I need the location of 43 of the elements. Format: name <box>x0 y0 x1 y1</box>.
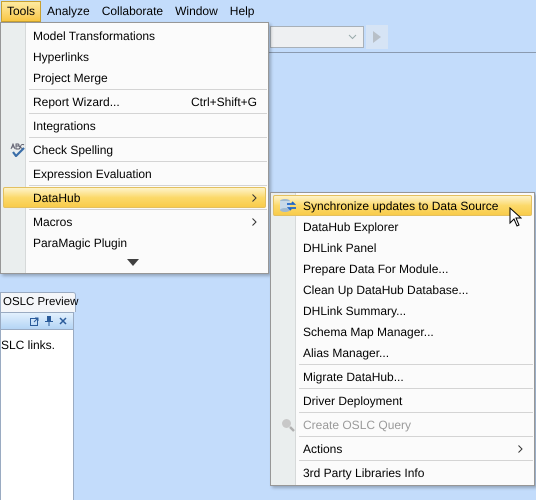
undock-icon[interactable] <box>30 316 39 326</box>
dropdown-field[interactable] <box>270 26 364 48</box>
menu-item[interactable]: Hyperlinks <box>3 46 266 67</box>
menu-item[interactable]: Integrations <box>3 115 266 136</box>
menu-item[interactable]: Check Spelling <box>3 139 266 160</box>
menu-item[interactable]: DataHub Explorer <box>273 216 532 237</box>
chevron-down-icon <box>348 34 357 40</box>
menu-item[interactable]: Model Transformations <box>3 25 266 46</box>
menu-item[interactable]: Driver Deployment <box>273 390 532 411</box>
menu-item[interactable]: Clean Up DataHub Database... <box>273 279 532 300</box>
menu-item[interactable]: Schema Map Manager... <box>273 321 532 342</box>
spell-check-icon <box>10 142 26 156</box>
close-icon[interactable] <box>59 317 67 325</box>
pin-icon[interactable] <box>45 316 53 326</box>
menu-item[interactable]: Prepare Data For Module... <box>273 258 532 279</box>
chevron-right-icon <box>252 218 257 226</box>
menu-item[interactable]: Macros <box>3 211 266 232</box>
menu-item[interactable]: Report Wizard... Ctrl+Shift+G <box>3 91 266 112</box>
menu-item[interactable]: Analyze <box>41 0 96 22</box>
chevron-right-icon <box>518 444 523 452</box>
menu-item[interactable]: Actions <box>273 438 532 459</box>
menu-item[interactable]: DataHub <box>3 187 266 208</box>
panel-tab[interactable]: OSLC Preview <box>0 292 76 312</box>
menu-item[interactable]: Help <box>224 0 260 22</box>
menu-item[interactable]: Window <box>169 0 224 22</box>
more-items-arrow-icon[interactable] <box>127 258 139 266</box>
menu-item[interactable]: Tools <box>1 0 42 22</box>
sync-icon <box>279 197 297 214</box>
search-icon <box>281 418 295 432</box>
chevron-right-icon <box>252 194 257 202</box>
menu-item[interactable]: Alias Manager... <box>273 342 532 363</box>
menu-item[interactable]: Synchronize updates to Data Source <box>273 195 532 216</box>
panel-text: SLC links. <box>1 337 56 354</box>
menu-item[interactable]: Migrate DataHub... <box>273 366 532 387</box>
menu-item[interactable]: Project Merge <box>3 67 266 88</box>
menu-item[interactable]: DHLink Panel <box>273 237 532 258</box>
menu-item[interactable]: DHLink Summary... <box>273 300 532 321</box>
menu-item[interactable]: ParaMagic Plugin <box>3 232 266 253</box>
menu-item[interactable]: 3rd Party Libraries Info <box>273 462 532 483</box>
mouse-pointer-icon <box>509 207 522 227</box>
play-icon <box>372 30 382 44</box>
menu-item[interactable]: Expression Evaluation <box>3 163 266 184</box>
menu-item[interactable]: Collaborate <box>96 0 170 22</box>
